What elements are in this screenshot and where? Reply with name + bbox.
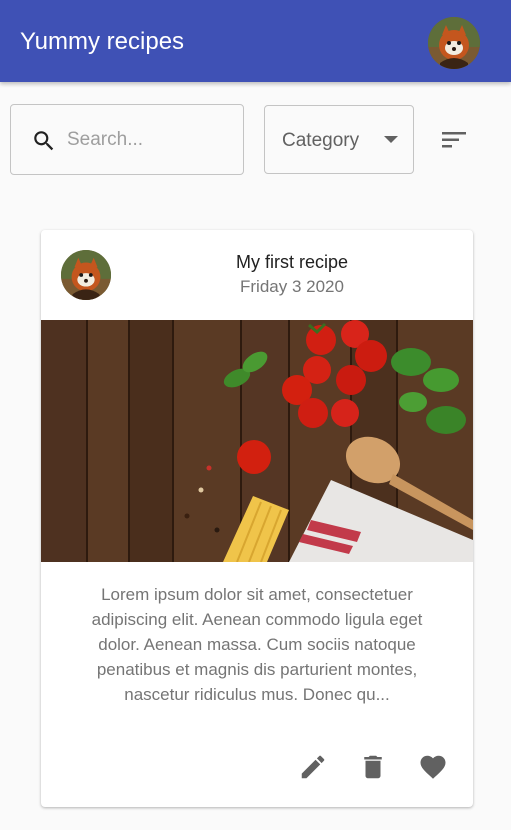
favorite-button[interactable] xyxy=(418,752,448,782)
user-avatar[interactable] xyxy=(428,17,480,69)
delete-button[interactable] xyxy=(358,752,388,782)
search-field[interactable] xyxy=(10,104,244,175)
recipe-image xyxy=(41,320,473,562)
app-bar: Yummy recipes xyxy=(0,0,511,82)
red-panda-icon xyxy=(428,17,480,69)
recipe-date: Friday 3 2020 xyxy=(240,277,344,296)
edit-icon xyxy=(301,755,325,779)
sort-icon xyxy=(442,132,466,148)
recipe-card[interactable]: My first recipe Friday 3 2020 Lorem ipsu… xyxy=(41,230,473,807)
recipe-title: My first recipe xyxy=(235,252,349,272)
category-select[interactable]: Category xyxy=(264,105,414,174)
edit-button[interactable] xyxy=(298,752,328,782)
category-label: Category xyxy=(282,130,360,151)
recipe-description: Lorem ipsum dolor sit amet, consectetuer… xyxy=(91,585,423,704)
recipe-author-avatar xyxy=(61,250,111,300)
favorite-icon xyxy=(420,755,446,779)
app-title: Yummy recipes xyxy=(20,28,185,55)
red-panda-icon xyxy=(61,250,111,300)
delete-icon xyxy=(364,755,382,779)
search-icon xyxy=(34,131,54,151)
search-input[interactable] xyxy=(67,125,237,155)
dropdown-arrow-icon xyxy=(384,136,398,143)
sort-button[interactable] xyxy=(436,124,472,156)
pasta-ingredients-image xyxy=(41,320,473,562)
